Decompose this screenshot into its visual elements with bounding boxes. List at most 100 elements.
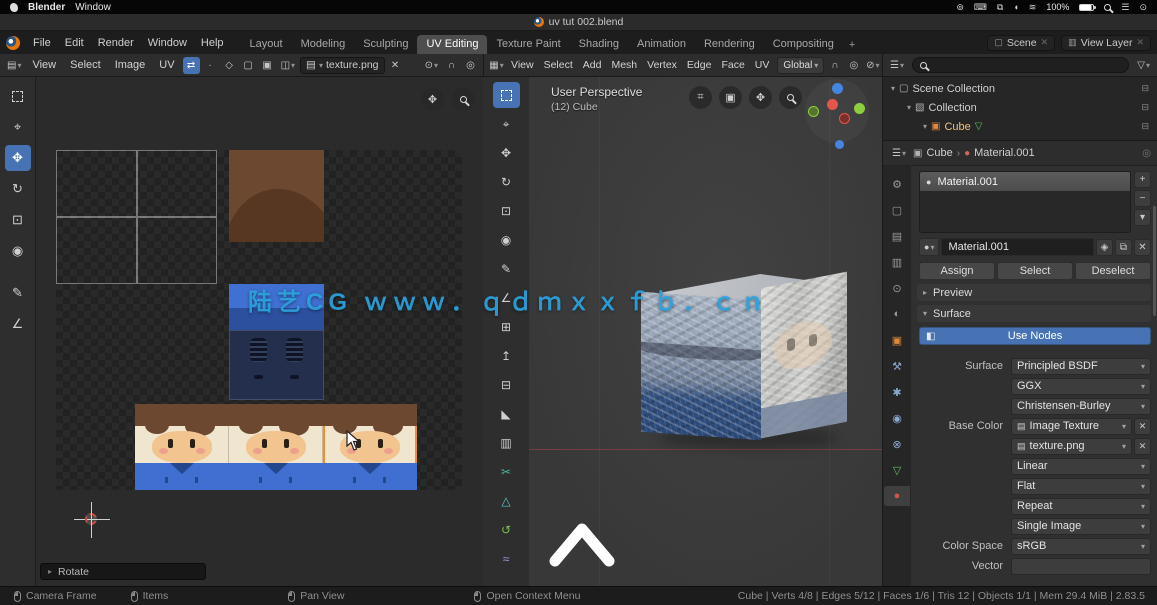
uv-editor-type-button[interactable]: ▤▾ [4,57,24,74]
tool-scale[interactable]: ⊡ [5,207,31,233]
control-center-icon[interactable]: ☰ [1121,2,1129,13]
tool-add-cube[interactable]: ⊞ [493,314,520,340]
menu-render[interactable]: Render [91,35,141,51]
uv-menu-select[interactable]: Select [64,59,107,71]
tool-rotate[interactable]: ↻ [5,176,31,202]
outliner-display-mode-button[interactable]: ☰▾ [887,57,907,74]
tab-render-properties[interactable]: ▢ [886,200,908,220]
outliner-row-scene-collection[interactable]: ▾ ▢ Scene Collection ⊟ [883,79,1157,98]
uv-menu-image[interactable]: Image [109,59,152,71]
view-ortho-button[interactable]: ⌗ [689,86,712,109]
snap-toggle[interactable]: ∩ [443,57,460,74]
use-nodes-button[interactable]: ◧ Use Nodes [919,327,1151,345]
uv-zoom-button[interactable] [452,88,475,111]
view-layer-selector[interactable]: ▥ View Layer ✕ [1061,35,1151,51]
v3d-menu-add[interactable]: Add [579,59,606,71]
gizmo-x-axis[interactable] [827,99,838,110]
color-space-dropdown[interactable]: sRGB▾ [1011,538,1151,555]
proportional-edit-toggle[interactable]: ◎ [462,57,479,74]
macos-app-name[interactable]: Blender [28,2,65,13]
tool-cursor[interactable]: ⌖ [5,114,31,140]
tab-animation[interactable]: Animation [628,35,695,54]
tool-annotate-3d[interactable]: ✎ [493,256,520,282]
preview-panel-header[interactable]: ▸ Preview [917,284,1151,301]
macos-menu-window[interactable]: Window [75,2,111,13]
tab-modeling[interactable]: Modeling [292,35,355,54]
apple-menu-icon[interactable] [10,3,18,12]
source-dropdown[interactable]: Single Image▾ [1011,518,1151,535]
outliner-row-collection[interactable]: ▾ ▧ Collection ⊟ [883,98,1157,117]
proportional-edit-toggle-3d[interactable]: ◎ [845,57,862,74]
siri-icon[interactable]: ⊙ [1139,2,1147,13]
disclosure-icon[interactable]: ▾ [907,103,911,112]
uv-select-edge-button[interactable]: ◇ [221,57,238,74]
surface-panel-header[interactable]: ▾ Surface [917,305,1151,322]
tool-bevel[interactable]: ◣ [493,401,520,427]
tab-view-layer-properties[interactable]: ▥ [886,252,908,272]
distribution-dropdown[interactable]: GGX▾ [1011,378,1151,395]
projection-dropdown[interactable]: Flat▾ [1011,478,1151,495]
unlink-material-button[interactable]: ✕ [1134,239,1151,256]
tab-texture-paint[interactable]: Texture Paint [487,35,569,54]
mode-selector[interactable]: ▦▾ [488,57,505,74]
keyboard-menu-icon[interactable]: ⌨ [974,2,987,13]
visibility-icon[interactable]: ⊟ [1141,121,1149,132]
textured-cube-object[interactable] [629,262,864,452]
tool-move[interactable]: ✥ [5,145,31,171]
view-pan-button[interactable]: ✥ [749,86,772,109]
spotlight-icon[interactable] [1104,4,1111,11]
viewport-canvas[interactable]: User Perspective (12) Cube ⌗ ▣ ✥ [529,77,882,586]
overlays-button[interactable]: ⊘▾ [864,57,881,74]
tab-rendering[interactable]: Rendering [695,35,764,54]
tool-cursor-3d[interactable]: ⌖ [493,111,520,137]
v3d-menu-view[interactable]: View [507,59,538,71]
uv-sync-toggle[interactable]: ⇄ [183,57,200,74]
tab-sculpting[interactable]: Sculpting [354,35,417,54]
uv-menu-view[interactable]: View [26,59,62,71]
material-slot-item[interactable]: ● Material.001 [920,172,1130,191]
base-color-node-dropdown[interactable]: ▤Image Texture▾ [1011,418,1132,435]
v3d-menu-edge[interactable]: Edge [683,59,716,71]
v3d-menu-uv[interactable]: UV [751,59,774,71]
outliner-filter-button[interactable]: ▽▾ [1134,57,1153,74]
properties-editor-type-button[interactable]: ☰▾ [889,145,909,162]
tool-annotate[interactable]: ✎ [5,280,31,306]
menu-file[interactable]: File [26,35,58,51]
gizmo-y-axis-neg[interactable] [808,106,819,117]
tool-measure-3d[interactable]: ∠ [493,285,520,311]
tab-uv-editing[interactable]: UV Editing [417,35,487,54]
v3d-menu-select[interactable]: Select [540,59,577,71]
copy-material-button[interactable]: ⧉ [1115,239,1132,256]
transform-orientation-selector[interactable]: Global▾ [777,57,824,74]
tab-material-properties[interactable]: ● [884,486,910,506]
interpolation-dropdown[interactable]: Linear▾ [1011,458,1151,475]
tool-smooth[interactable]: ≈ [493,546,520,572]
tab-layout[interactable]: Layout [241,35,292,54]
gizmo-z-axis[interactable] [832,83,843,94]
tool-knife[interactable]: ✂ [493,459,520,485]
tool-spin[interactable]: ↺ [493,517,520,543]
status-menu-icon[interactable]: ⊚ [956,2,964,13]
screen-mirroring-icon[interactable]: ⧉ [997,2,1003,13]
v3d-menu-mesh[interactable]: Mesh [607,59,641,71]
tool-rotate-3d[interactable]: ↻ [493,169,520,195]
tool-extrude-region[interactable]: ↥ [493,343,520,369]
view-layer-unlink-icon[interactable]: ✕ [1136,37,1144,48]
image-datablock-selector[interactable]: ▤ ▾ texture.png [300,57,384,74]
tab-output-properties[interactable]: ▤ [886,226,908,246]
scene-selector[interactable]: ▢ Scene ✕ [987,35,1055,51]
gizmo-z-axis-neg[interactable] [835,140,844,149]
remove-material-slot-button[interactable]: − [1134,190,1151,207]
v3d-menu-vertex[interactable]: Vertex [643,59,681,71]
add-workspace-button[interactable]: + [843,36,861,54]
menu-help[interactable]: Help [194,35,231,51]
outliner-row-cube[interactable]: ▾ ▣ Cube ▽ ⊟ [883,117,1157,136]
tab-particle-properties[interactable]: ✱ [886,382,908,402]
uv-select-island-button[interactable]: ▣ [259,57,276,74]
vector-input[interactable] [1011,558,1151,575]
uv-menu-uv[interactable]: UV [153,59,180,71]
tab-physics-properties[interactable]: ◉ [886,408,908,428]
uv-pan-button[interactable]: ✥ [421,88,444,111]
breadcrumb-material[interactable]: Material.001 [974,147,1035,159]
gizmo-y-axis[interactable] [854,103,865,114]
